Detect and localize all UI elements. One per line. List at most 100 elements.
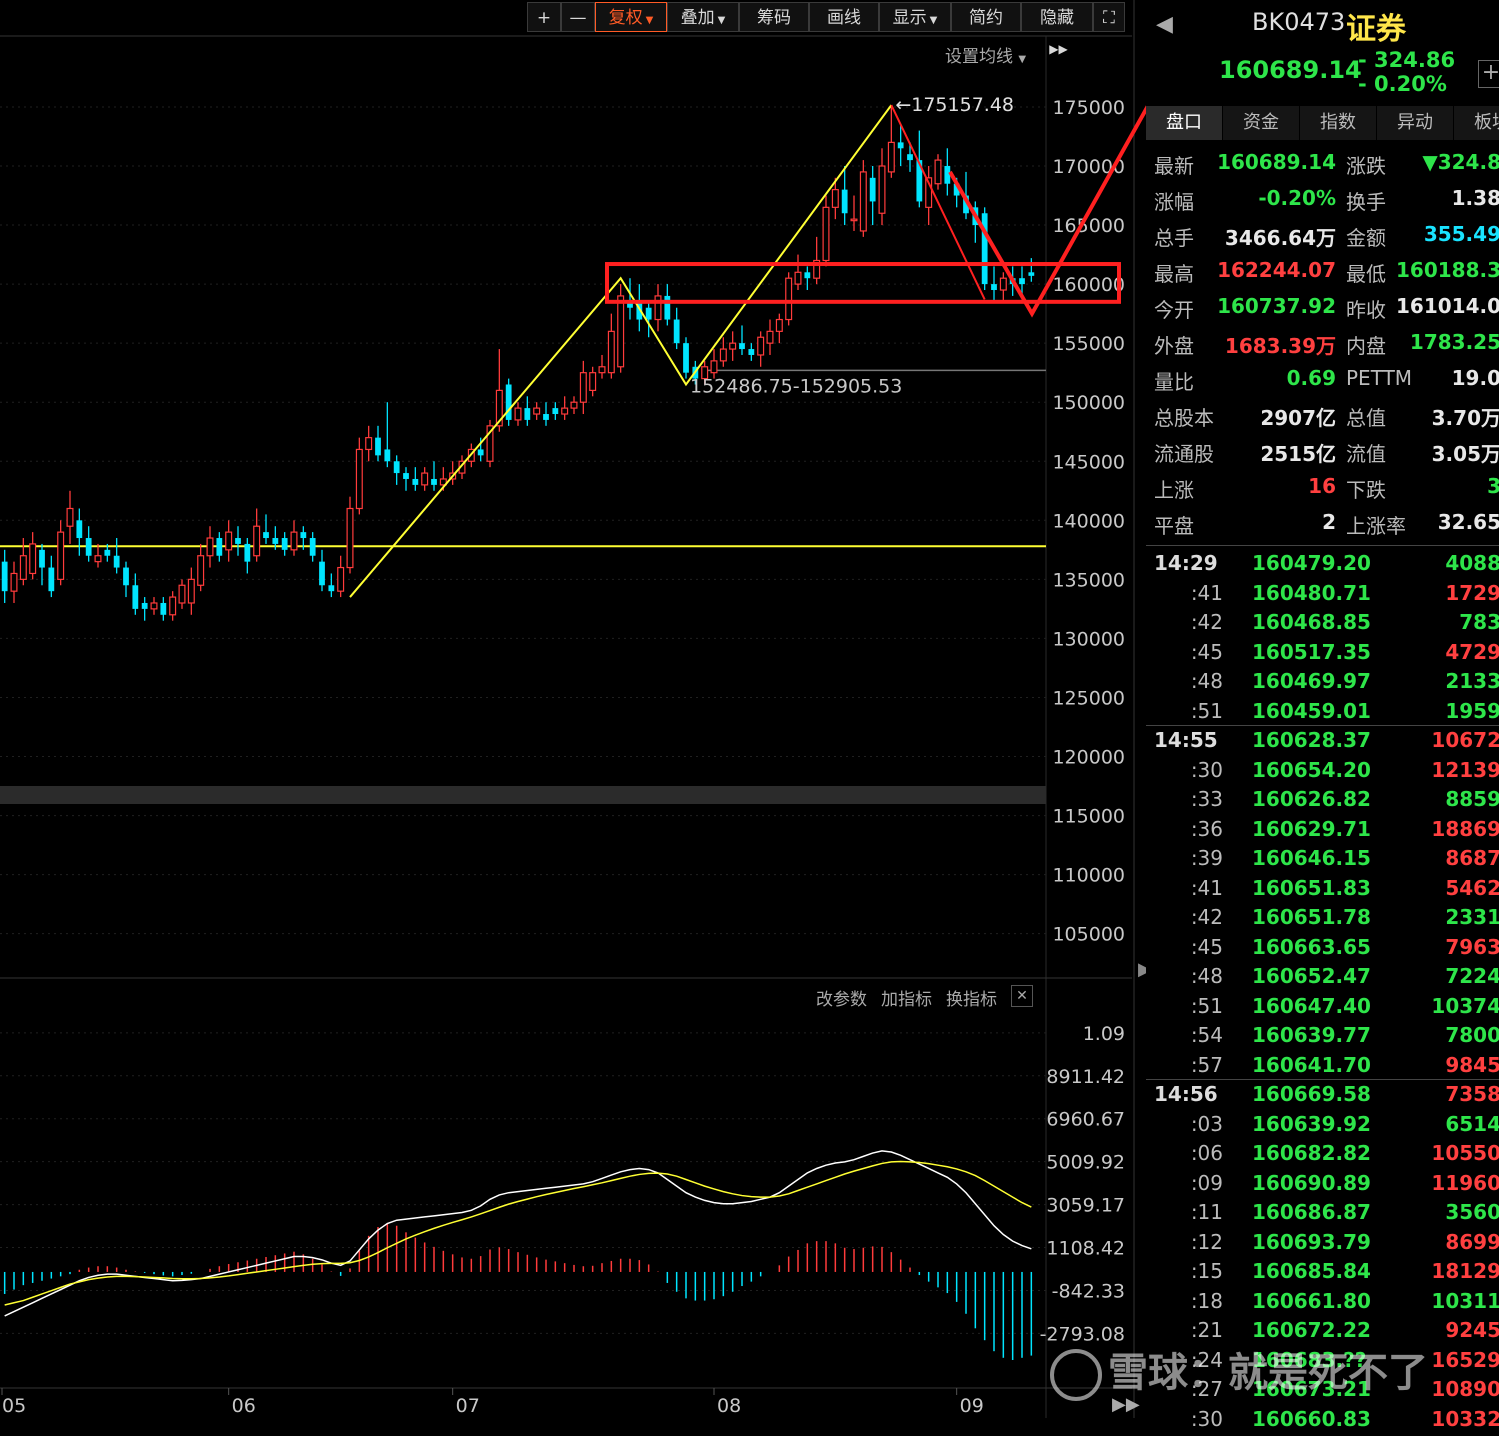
sidebar-code: BK0473 [1252,8,1346,36]
zoom-in-button[interactable]: + [527,2,561,32]
tab-index[interactable]: 指数 [1300,106,1377,140]
sidebar-tabs: 盘口 资金 指数 异动 板块 [1146,106,1499,140]
tick-price: 160686.87 [1252,1200,1371,1224]
chevron-down-icon: ▼ [1018,54,1027,65]
tick-time: :51 [1190,993,1223,1018]
candle-body-down [543,414,549,420]
y-tick-label: 115000 [1052,806,1125,828]
x-tick-label: 06 [232,1395,256,1417]
edit-params-button[interactable]: 改参数 [816,985,867,1010]
chips-button[interactable]: 筹码 [739,2,809,32]
tick-time: :30 [1190,1406,1223,1431]
tick-time: :33 [1190,787,1223,811]
candle-body-down [76,520,83,539]
tick-row: :41 160480.71 1729 [1146,581,1499,610]
candle-body-down [804,272,811,279]
quote-label: 最新 [1154,154,1194,178]
tick-volume: 12139 [1431,757,1499,782]
sidebar-name: 证券 [1346,12,1406,47]
quote-value: 1.38 [1451,186,1499,210]
y-tick-label: 130000 [1052,628,1125,650]
candle-body-down [1028,272,1035,276]
candle-body-up [187,578,195,604]
candle-body-up [710,360,718,374]
simple-button[interactable]: 简约 [951,2,1021,32]
candle-body-down [48,567,55,592]
candle-body-up [337,566,345,592]
tick-price: 160651.78 [1252,905,1371,929]
tick-row: :06 160682.82 10550 [1146,1141,1499,1170]
watermark: 雪球：就是死不了 [1050,1340,1428,1401]
candle-body-down [160,602,167,615]
tick-price: 160669.58 [1252,1082,1371,1106]
tick-time: :09 [1190,1170,1223,1195]
collapse-sidebar-icon[interactable]: ◀ [1156,12,1173,37]
candle-body-up [757,336,765,356]
tick-price: 160469.97 [1252,669,1371,693]
y-tick-label: 150000 [1052,392,1125,414]
candle-body-up [607,330,615,374]
quote-value: 1783.25 [1409,330,1499,354]
fuquan-button[interactable]: 复权 ▼ [595,2,667,32]
tab-funds[interactable]: 资金 [1223,106,1300,140]
quote-value: -0.20% [1258,186,1336,210]
tick-time: :42 [1190,905,1223,929]
quote-label: 昨收 [1346,298,1386,322]
tick-row: :48 160652.47 7224 [1146,964,1499,993]
add-indicator-button[interactable]: 加指标 [881,985,932,1010]
close-icon[interactable]: ✕ [1011,985,1033,1007]
add-watch-icon[interactable]: + [1478,60,1499,88]
tick-row: :51 160459.01 1959 [1146,699,1499,728]
tab-movement[interactable]: 异动 [1377,106,1454,140]
high-label: ←175157.48 [895,94,1014,116]
candle-body-down [403,473,409,479]
candle-body-down [991,284,997,291]
quote-row: 平盘 2 上涨率 32.65 [1154,510,1499,546]
candle-body-up [66,507,74,527]
tick-price: 160639.77 [1252,1023,1371,1047]
candle-body-up [766,330,774,344]
candle-body-down [113,555,120,568]
set-ma-button[interactable]: 设置均线 ▼ [945,42,1026,67]
double-chevron-right-icon: ▶▶ [1049,42,1068,56]
tick-time: 14:56 [1154,1082,1218,1106]
tick-time: :12 [1190,1229,1223,1254]
tick-price: 160693.79 [1252,1229,1371,1254]
candle-body-down [319,561,325,586]
tick-price: 160626.82 [1252,787,1371,811]
tick-row: :45 160663.65 7963 [1146,935,1499,964]
candle-body-down [673,319,680,344]
tick-volume: 8859 [1445,787,1499,811]
gap-label: 152486.75-152905.53 [690,375,902,397]
chevron-down-icon: ▼ [717,15,726,26]
candle-body-up [533,407,541,415]
tick-volume: 18869 [1431,816,1499,841]
tick-price: 160641.70 [1252,1052,1371,1077]
switch-indicator-button[interactable]: 换指标 [946,985,997,1010]
quote-value: 161014.0 [1395,294,1499,318]
tick-row: :57 160641.70 9845 [1146,1053,1499,1082]
zoom-out-button[interactable]: — [561,2,595,32]
fullscreen-icon[interactable]: ⛶ [1093,2,1125,32]
tab-sector[interactable]: 板块 [1454,106,1499,140]
tick-price: 160468.85 [1252,610,1371,634]
macd-tick-label: 1108.42 [1046,1238,1125,1260]
candle-body-down [309,538,316,556]
hide-button[interactable]: 隐藏 ▶▶ [1021,2,1093,56]
tick-price: 160672.22 [1252,1318,1371,1342]
tick-volume: 4729 [1445,639,1499,664]
overlay-button[interactable]: 叠加 ▼ [667,2,739,32]
tick-row: :12 160693.79 8699 [1146,1230,1499,1259]
tab-pankou[interactable]: 盘口 [1146,106,1223,140]
candle-body-up [598,366,606,374]
display-button[interactable]: 显示 ▼ [879,2,951,32]
y-tick-label: 105000 [1052,924,1125,946]
draw-line-button[interactable]: 画线 [809,2,879,32]
candle-body-up [10,572,18,592]
quote-value: 3.05万 [1431,442,1499,466]
candle-body-down [1019,278,1025,285]
chevron-down-icon: ▼ [929,15,938,26]
candle-body-up [822,206,830,262]
tick-time: :03 [1190,1111,1223,1136]
tick-volume: 11960 [1431,1170,1499,1195]
